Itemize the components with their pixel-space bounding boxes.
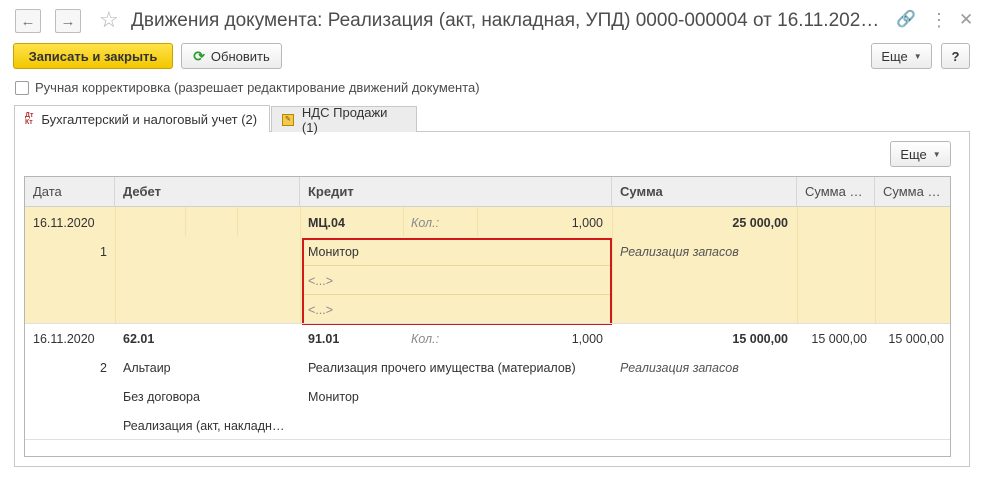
content-text: Реализация запасов xyxy=(620,361,739,375)
forward-button[interactable]: → xyxy=(55,9,81,33)
chevron-down-icon: ▼ xyxy=(932,149,941,159)
link-icon[interactable]: 🔗 xyxy=(896,10,916,30)
debit-account: 62.01 xyxy=(123,332,155,346)
row-number: 1 xyxy=(100,245,107,259)
column-header-amount-2[interactable]: Сумма … xyxy=(797,177,875,207)
back-button[interactable]: ← xyxy=(15,9,41,33)
quantity-value: 1,000 xyxy=(571,216,603,230)
panel-more-button[interactable]: Еще ▼ xyxy=(890,141,951,167)
star-icon[interactable]: ☆ xyxy=(99,8,119,32)
credit-account: 91.01 xyxy=(308,332,340,346)
column-header-credit[interactable]: Кредит xyxy=(300,177,612,207)
debit-subconto-3: Реализация (акт, накладн… xyxy=(123,419,285,433)
save-and-close-button[interactable]: Записать и закрыть xyxy=(13,43,173,69)
tab-vat-sales[interactable]: ✎ НДС Продажи (1) xyxy=(271,105,417,135)
dt-kt-icon: Дт Кт xyxy=(25,112,34,126)
content-text: Реализация запасов xyxy=(620,245,739,259)
row-date: 16.11.2020 xyxy=(33,332,95,346)
quantity-label: Кол.: xyxy=(411,332,440,346)
highlight-frame xyxy=(302,238,612,325)
document-icon: ✎ xyxy=(282,113,294,126)
close-icon[interactable]: ✕ xyxy=(959,10,973,30)
credit-subconto-1: Реализация прочего имущества (материалов… xyxy=(308,361,576,375)
manual-edit-checkbox[interactable] xyxy=(15,81,29,95)
help-button[interactable]: ? xyxy=(941,43,970,69)
column-header-date[interactable]: Дата xyxy=(25,177,115,207)
credit-subconto-2: Монитор xyxy=(308,390,359,404)
arrow-left-icon: ← xyxy=(20,12,36,30)
arrow-right-icon: → xyxy=(60,12,76,30)
column-header-debit[interactable]: Дебет xyxy=(115,177,300,207)
chevron-down-icon: ▼ xyxy=(913,51,922,61)
quantity-label: Кол.: xyxy=(411,216,440,230)
window-title: Движения документа: Реализация (акт, нак… xyxy=(131,10,880,31)
manual-edit-label: Ручная корректировка (разрешает редактир… xyxy=(35,80,480,95)
vertical-dots-icon[interactable]: ⋮ xyxy=(930,10,948,30)
debit-subconto-2: Без договора xyxy=(123,390,200,404)
tab-accounting[interactable]: Дт Кт Бухгалтерский и налоговый учет (2) xyxy=(14,105,270,132)
refresh-icon: ⟳ xyxy=(193,47,205,64)
row-number: 2 xyxy=(100,361,107,375)
more-button[interactable]: Еще ▼ xyxy=(871,43,932,69)
column-header-amount[interactable]: Сумма xyxy=(612,177,797,207)
amount-2-value: 15 000,00 xyxy=(811,332,867,346)
refresh-button[interactable]: ⟳ Обновить xyxy=(181,43,282,69)
amount-3-value: 15 000,00 xyxy=(888,332,944,346)
movements-table: Дата Дебет Кредит Сумма Сумма … Сумма … … xyxy=(24,176,951,457)
debit-subconto-1: Альтаир xyxy=(123,361,171,375)
credit-account: МЦ.04 xyxy=(308,216,345,230)
quantity-value: 1,000 xyxy=(571,332,603,346)
amount-value: 25 000,00 xyxy=(732,216,788,230)
amount-value: 15 000,00 xyxy=(732,332,788,346)
row-date: 16.11.2020 xyxy=(33,216,95,230)
column-header-amount-3[interactable]: Сумма … xyxy=(875,177,950,207)
